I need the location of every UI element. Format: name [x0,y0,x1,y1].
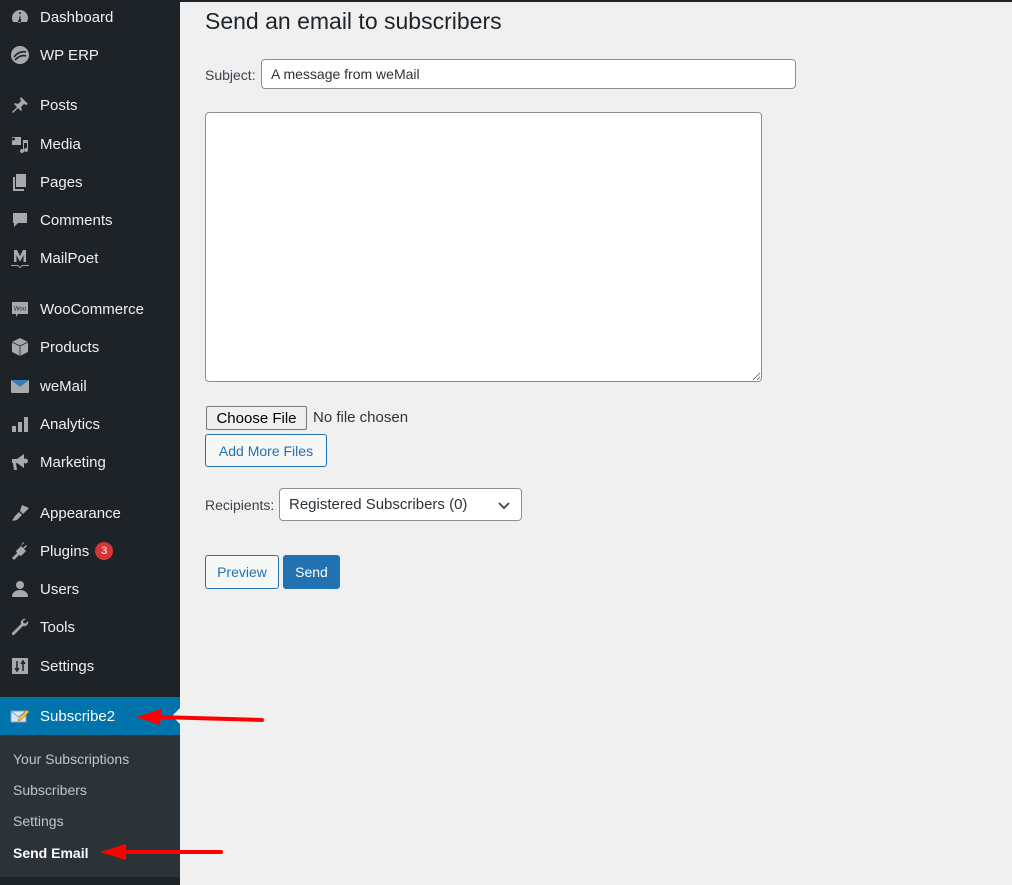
sidebar-item-wp-erp[interactable]: WP ERP [0,38,180,72]
submenu-subscribers[interactable]: Subscribers [13,782,87,798]
paintbrush-icon [9,503,31,523]
recipients-select[interactable]: Registered Subscribers (0) [279,488,522,521]
sidebar-item-posts[interactable]: Posts [0,88,180,122]
sidebar-item-label: MailPoet [40,249,99,267]
sidebar-item-label: Dashboard [40,8,114,26]
plugin-update-count-badge: 3 [95,542,114,560]
sidebar-item-label: Settings [40,657,95,675]
sidebar-item-label: WooCommerce [40,300,144,318]
sidebar-item-comments[interactable]: Comments [0,203,180,237]
plug-icon [9,541,31,561]
sidebar-item-media[interactable]: Media [0,127,180,161]
submenu-your-subscriptions[interactable]: Your Subscriptions [13,751,129,767]
sidebar-item-analytics[interactable]: Analytics [0,407,180,441]
sidebar-item-label: Products [40,338,100,356]
add-more-files-button[interactable]: Add More Files [205,434,327,467]
sidebar-item-label: Pages [40,173,83,191]
sidebar-item-users[interactable]: Users [0,572,180,606]
mailpoet-icon [9,248,31,268]
sidebar-item-label: Analytics [40,415,101,433]
comment-icon [9,210,31,230]
subject-input[interactable] [261,59,796,89]
sidebar-item-label: weMail [40,377,87,395]
pages-icon [9,172,31,192]
sidebar-item-label: Users [40,580,80,598]
bar-chart-icon [9,414,31,434]
envelope-icon [9,376,31,396]
recipients-selected-value: Registered Subscribers (0) [289,496,468,513]
subject-label: Subject: [205,67,256,83]
sidebar-item-pages[interactable]: Pages [0,165,180,199]
subscribe2-icon [9,706,31,726]
submenu-settings[interactable]: Settings [13,813,64,829]
sidebar-item-dashboard[interactable]: Dashboard [0,0,180,34]
send-button[interactable]: Send [283,555,340,589]
annotation-arrow-send-email [100,844,223,860]
sidebar-item-mailpoet[interactable]: MailPoet [0,241,180,275]
sidebar-item-label: Marketing [40,453,106,471]
sliders-icon [9,656,31,676]
box-icon [9,337,31,357]
sidebar-item-woocommerce[interactable]: Woo WooCommerce [0,292,180,326]
woo-icon: Woo [9,299,31,319]
sidebar-item-label: Posts [40,96,78,114]
megaphone-icon [9,452,31,472]
annotation-arrow-subscribe2 [136,709,264,725]
sidebar-item-settings[interactable]: Settings [0,649,180,683]
svg-text:Woo: Woo [14,307,27,313]
sidebar-item-wemail[interactable]: weMail [0,369,180,403]
pushpin-icon [9,95,31,115]
sidebar-item-label: Subscribe2 [40,707,116,725]
sidebar-item-products[interactable]: Products [0,330,180,364]
choose-file-button[interactable]: Choose File [206,406,307,430]
email-body-textarea[interactable] [205,112,762,382]
no-file-chosen-text: No file chosen [313,409,409,426]
sidebar-item-appearance[interactable]: Appearance [0,496,180,530]
admin-sidebar: Dashboard WP ERP Posts Media Pages Comme… [0,0,180,885]
sidebar-item-label: Plugins [40,542,90,560]
user-icon [9,579,31,599]
wp-erp-icon [9,45,31,65]
submenu-send-email[interactable]: Send Email [13,845,88,861]
dashboard-icon [9,7,31,27]
media-icon [9,134,31,154]
sidebar-item-marketing[interactable]: Marketing [0,445,180,479]
wrench-icon [9,617,31,637]
preview-button[interactable]: Preview [205,555,279,589]
sidebar-item-label: Media [40,135,81,153]
sidebar-item-label: WP ERP [40,46,99,64]
recipients-label: Recipients: [205,497,275,513]
page-title: Send an email to subscribers [205,8,502,34]
chevron-down-icon [498,502,510,510]
sidebar-item-tools[interactable]: Tools [0,610,180,644]
sidebar-item-label: Comments [40,211,113,229]
sidebar-item-label: Tools [40,618,76,636]
sidebar-item-plugins[interactable]: Plugins 3 [0,534,180,568]
sidebar-item-label: Appearance [40,504,121,522]
